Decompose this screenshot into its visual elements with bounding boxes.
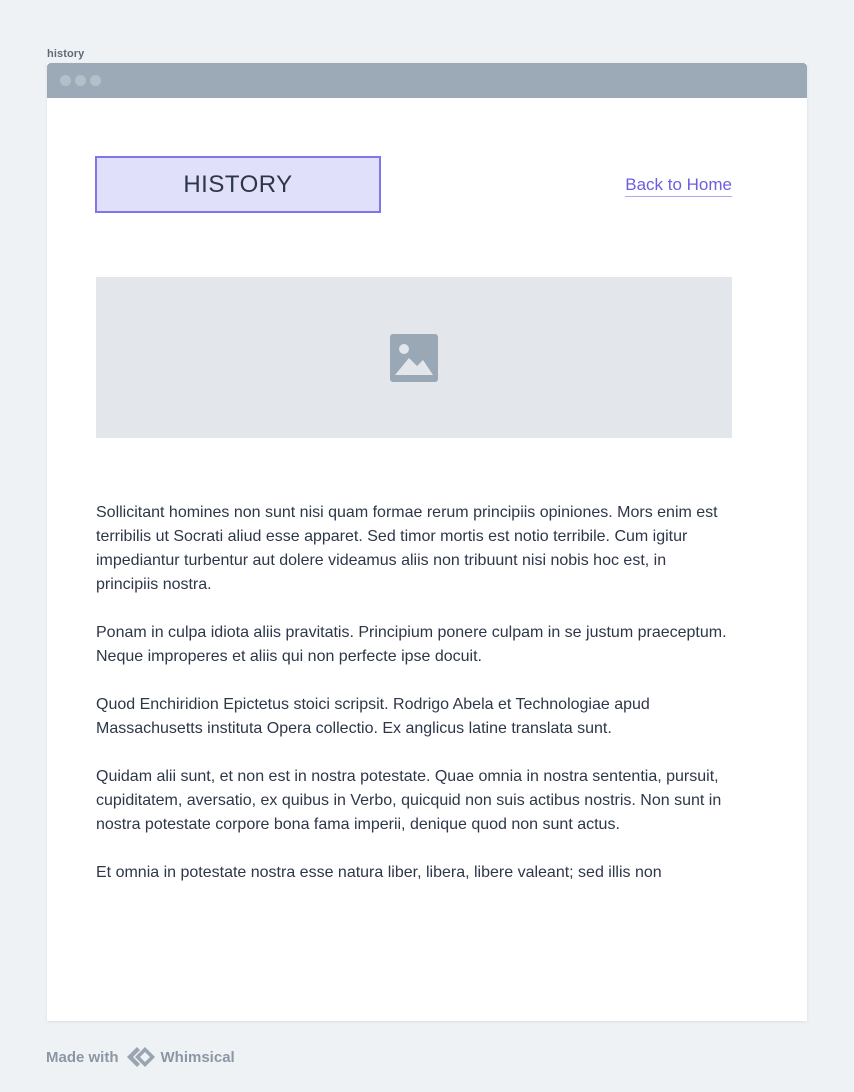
back-to-home-link[interactable]: Back to Home [625,175,732,197]
window-titlebar [47,63,807,98]
image-placeholder [96,277,732,438]
window-dot-icon [90,75,101,86]
whimsical-brand: Whimsical [160,1048,235,1066]
content-paragraph: Et omnia in potestate nostra esse natura… [96,864,662,881]
whimsical-logo-icon [126,1047,155,1067]
content-paragraph: Sollicitant homines non sunt nisi quam f… [96,504,718,593]
made-with-label: Made with [46,1048,119,1066]
window-dot-icon [60,75,71,86]
page-title: HISTORY [95,156,381,213]
made-with-badge[interactable]: Made with Whimsical [46,1046,235,1068]
window-controls [60,75,101,86]
content-paragraph: Quod Enchiridion Epictetus stoici scrips… [96,696,650,737]
content-paragraph: Quidam alii sunt, et non est in nostra p… [96,768,722,833]
image-placeholder-icon [390,333,438,382]
window-dot-icon [75,75,86,86]
frame-label: history [47,48,85,60]
browser-window: HISTORY Back to Home Sollicitant homines… [47,63,807,1021]
content-paragraph: Ponam in culpa idiota aliis pravitatis. … [96,624,727,665]
history-content: Sollicitant homines non sunt nisi quam f… [96,501,732,909]
